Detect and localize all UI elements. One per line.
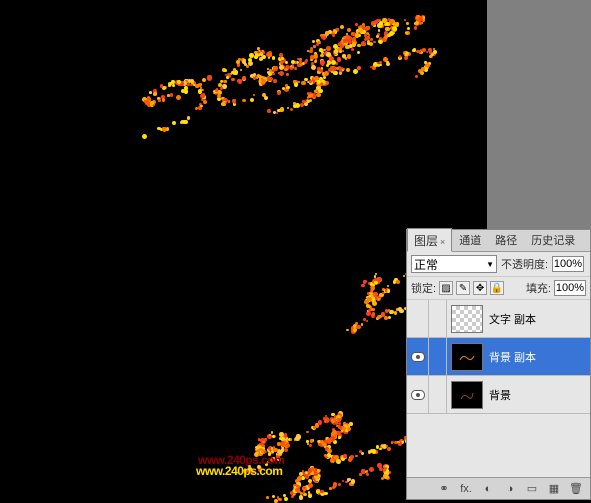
tab-history[interactable]: 历史记录 [524,228,582,251]
layer-name[interactable]: 文字 副本 [487,311,536,327]
layer-row[interactable]: 背景 [407,376,590,414]
link-col [429,338,447,375]
watermark: www.240ps.com www.240ps.com [196,451,282,482]
eye-icon [411,390,425,400]
visibility-toggle[interactable] [407,300,429,337]
fx-icon[interactable]: fx. [458,482,474,496]
blend-row: 正常▼ 不透明度: 100% [407,252,590,277]
lock-position-icon[interactable]: ✥ [473,281,487,295]
lock-pixels-icon[interactable]: ✎ [456,281,470,295]
canvas-artwork-top: // render later via JS [130,10,410,150]
opacity-input[interactable]: 100% [552,256,584,272]
close-icon[interactable]: × [440,237,445,247]
layer-list: 文字 副本 背景 副本 背景 [407,300,590,477]
eye-icon [411,352,425,362]
fill-input[interactable]: 100% [554,280,586,296]
lock-all-icon[interactable]: 🔒 [490,281,504,295]
layer-row[interactable]: 文字 副本 [407,300,590,338]
group-icon[interactable]: ▭ [524,482,540,496]
layer-thumbnail[interactable] [451,381,483,409]
layer-name[interactable]: 背景 [487,387,511,403]
layer-name[interactable]: 背景 副本 [487,349,536,365]
visibility-toggle[interactable] [407,376,429,413]
layer-row[interactable]: 背景 副本 [407,338,590,376]
opacity-label: 不透明度: [501,256,548,272]
link-layers-icon[interactable]: ⚭ [436,482,452,496]
tab-paths[interactable]: 路径 [488,228,524,251]
trash-icon[interactable]: 🗑 [568,482,584,496]
mask-icon[interactable]: ◐ [480,482,496,496]
lock-row: 锁定: ▨ ✎ ✥ 🔒 填充: 100% [407,277,590,300]
pasteboard-gray [487,0,591,229]
chevron-down-icon: ▼ [486,260,494,269]
visibility-toggle[interactable] [407,338,429,375]
blend-mode-select[interactable]: 正常▼ [411,255,497,273]
canvas-artwork-bottom [235,390,405,500]
tab-layers[interactable]: 图层× [407,228,452,252]
lock-label: 锁定: [411,280,436,296]
panel-footer: ⚭ fx. ◐ ◑ ▭ ▦ 🗑 [407,477,590,499]
lock-transparency-icon[interactable]: ▨ [439,281,453,295]
panel-tabs: 图层× 通道 路径 历史记录 [407,230,590,252]
layers-panel: 图层× 通道 路径 历史记录 正常▼ 不透明度: 100% 锁定: ▨ ✎ ✥ … [406,229,591,500]
fill-label: 填充: [526,280,551,296]
new-layer-icon[interactable]: ▦ [546,482,562,496]
layer-thumbnail[interactable] [451,305,483,333]
link-col [429,376,447,413]
link-col [429,300,447,337]
tab-channels[interactable]: 通道 [452,228,488,251]
layer-thumbnail[interactable] [451,343,483,371]
adjustment-icon[interactable]: ◑ [502,482,518,496]
